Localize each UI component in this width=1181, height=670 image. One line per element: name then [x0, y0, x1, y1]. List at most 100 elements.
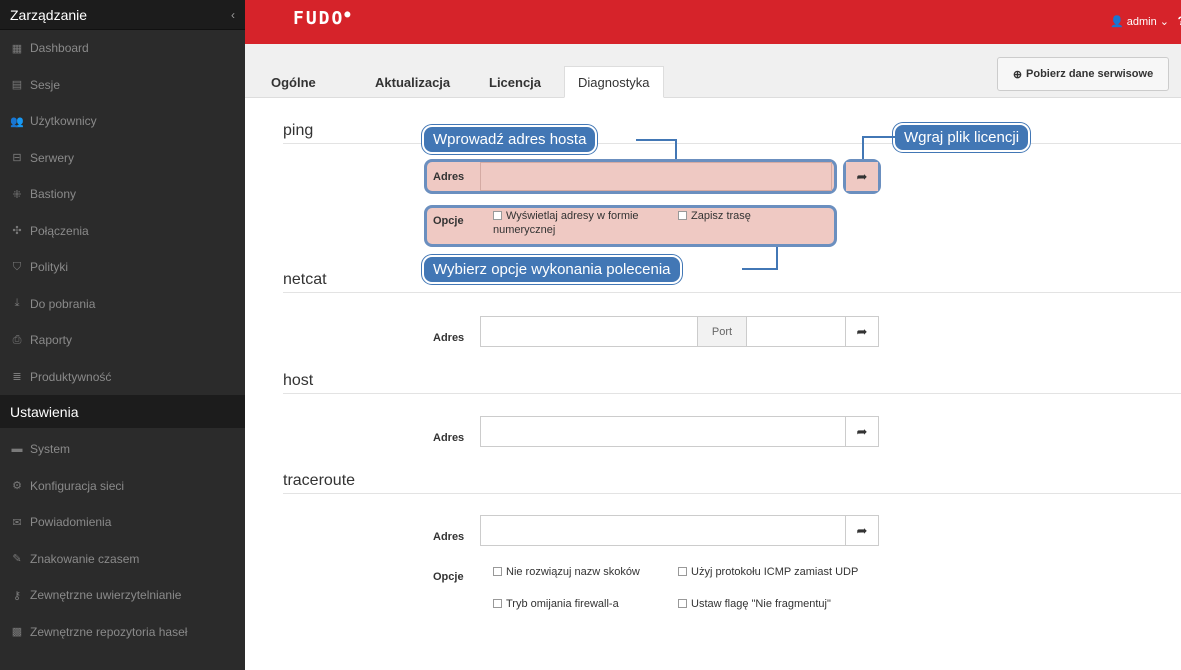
netcat-port-input[interactable] [746, 316, 846, 347]
konfiguracja-sieci-icon: ⚙ [12, 480, 22, 493]
download-service-data-button[interactable]: ⊕ Pobierz dane serwisowe [997, 57, 1169, 91]
ping-option-numeric-label: Wyświetlaj adresy w formie numerycznej [493, 210, 639, 236]
ping-address-input[interactable] [480, 162, 832, 191]
znakowanie-czasem-icon: ✎ [12, 553, 22, 566]
sidebar-item-label: Zewnętrzne uwierzytelnianie [30, 588, 182, 603]
ping-address-label: Adres [433, 171, 465, 183]
callout-connector [636, 139, 676, 141]
traceroute-submit-button[interactable]: ➦ [845, 515, 879, 546]
sidebar-item-raporty[interactable]: ⎙ Raporty [0, 322, 245, 359]
checkbox-icon [493, 211, 502, 220]
sidebar-item-znakowanie-czasem[interactable]: ✎ Znakowanie czasem [0, 541, 245, 578]
sidebar-item-label: Raporty [30, 333, 73, 348]
sidebar-item-label: Do pobrania [30, 296, 96, 311]
do-pobrania-icon: ⤓ [14, 297, 20, 310]
sidebar-settings-menu: ▬ System ⚙ Konfiguracja sieci ✉ Powiadomienia… [0, 431, 245, 650]
netcat-submit-button[interactable]: ➦ [845, 316, 879, 347]
checkbox-icon [493, 599, 502, 608]
sidebar-item-label: Powiadomienia [30, 515, 112, 530]
sidebar-item-powiadomienia[interactable]: ✉ Powiadomienia [0, 504, 245, 541]
user-name: admin [1126, 16, 1157, 28]
netcat-title: netcat [283, 271, 327, 288]
tab-ogolne[interactable]: Ogólne [258, 66, 329, 98]
sidebar-item-polityki[interactable]: ⛉ Polityki [0, 249, 245, 286]
sidebar-item-label: Zewnętrzne repozytoria haseł [30, 624, 188, 639]
traceroute-options-label: Opcje [433, 571, 464, 583]
traceroute-option-firewall-label: Tryb omijania firewall-a [506, 598, 619, 610]
traceroute-divider [283, 493, 1181, 494]
sidebar-item-zewnetrzne-uwierzytelnianie[interactable]: ⚷ Zewnętrzne uwierzytelnianie [0, 577, 245, 614]
checkbox-icon [678, 567, 687, 576]
host-address-input[interactable] [480, 416, 846, 447]
callout-connector [675, 139, 677, 159]
sidebar-item-do-pobrania[interactable]: ⤓ Do pobrania [0, 286, 245, 323]
sidebar-menu: ▦ Dashboard ▤ Sesje 👥 Użytkownicy ⊟ Serwery ⁜ Bas… [0, 30, 245, 395]
help-icon[interactable]: ? [1178, 14, 1181, 28]
polityki-icon: ⛉ [12, 260, 22, 273]
produktywnosc-icon: ≣ [12, 371, 22, 384]
host-divider [283, 393, 1181, 394]
callout-connector [862, 136, 895, 138]
sidebar-item-uzytkownicy[interactable]: 👥 Użytkownicy [0, 103, 245, 140]
sidebar-item-system[interactable]: ▬ System [0, 431, 245, 468]
sidebar-item-produktywnosc[interactable]: ≣ Produktywność [0, 359, 245, 396]
sidebar-item-dashboard[interactable]: ▦ Dashboard [0, 30, 245, 67]
raporty-icon: ⎙ [12, 333, 22, 346]
netcat-port-addon: Port [697, 316, 747, 347]
system-icon: ▬ [11, 443, 23, 456]
traceroute-title: traceroute [283, 472, 356, 489]
top-bar: FUDO● 👤 admin ⌄ ? [245, 0, 1181, 44]
traceroute-option-icmp[interactable]: Użyj protokołu ICMP zamiast UDP [678, 565, 868, 579]
chevron-down-icon: ⌄ [1159, 16, 1169, 28]
sidebar-section-settings: Ustawienia [0, 395, 245, 428]
callout-connector [776, 247, 778, 270]
tab-licencja[interactable]: Licencja [476, 66, 554, 98]
traceroute-option-icmp-label: Użyj protokołu ICMP zamiast UDP [691, 566, 859, 578]
traceroute-option-dont-fragment[interactable]: Ustaw flagę "Nie fragmentuj" [678, 597, 878, 611]
sidebar-item-serwery[interactable]: ⊟ Serwery [0, 140, 245, 177]
sidebar-item-label: Połączenia [30, 223, 89, 238]
checkbox-icon [678, 211, 687, 220]
serwery-icon: ⊟ [12, 152, 22, 165]
share-arrow-icon: ➦ [856, 522, 868, 538]
checkbox-icon [493, 567, 502, 576]
share-arrow-icon: ➦ [856, 323, 868, 339]
sidebar-item-label: Polityki [30, 260, 69, 275]
tab-aktualizacja[interactable]: Aktualizacja [362, 66, 463, 98]
ping-submit-button[interactable]: ➦ [846, 162, 878, 191]
ping-options-label: Opcje [433, 215, 464, 227]
netcat-address-input[interactable] [480, 316, 698, 347]
callout-connector [862, 136, 864, 159]
ping-option-record-route[interactable]: Zapisz trasę [678, 209, 751, 223]
callout-connector [742, 268, 777, 270]
share-arrow-icon: ➦ [856, 423, 868, 439]
bastiony-icon: ⁜ [12, 188, 22, 201]
sidebar-item-label: Konfiguracja sieci [30, 478, 125, 493]
ping-option-numeric[interactable]: Wyświetlaj adresy w formie numerycznej [493, 209, 663, 237]
polaczenia-icon: ✣ [12, 225, 22, 238]
sidebar-item-konfiguracja-sieci[interactable]: ⚙ Konfiguracja sieci [0, 468, 245, 505]
checkbox-icon [678, 599, 687, 608]
logo-dot-icon: ● [344, 9, 353, 20]
sidebar-header-label: Zarządzanie [10, 6, 88, 23]
dashboard-icon: ▦ [11, 42, 23, 55]
tab-diagnostyka[interactable]: Diagnostyka [564, 66, 664, 98]
download-icon: ⊕ [1012, 68, 1023, 81]
traceroute-address-input[interactable] [480, 515, 846, 546]
sidebar-item-sesje[interactable]: ▤ Sesje [0, 67, 245, 104]
traceroute-option-firewall[interactable]: Tryb omijania firewall-a [493, 597, 673, 611]
traceroute-option-no-resolve[interactable]: Nie rozwiązuj nazw skoków [493, 565, 673, 579]
ping-divider [283, 143, 1181, 144]
user-icon: 👤 [1109, 16, 1124, 28]
user-menu[interactable]: 👤 admin ⌄ [1110, 15, 1169, 28]
callout-host-address: Wprowadź adres hosta [422, 125, 598, 154]
fudo-logo[interactable]: FUDO● [293, 8, 352, 29]
collapse-sidebar-icon[interactable]: ‹ [231, 8, 235, 22]
host-submit-button[interactable]: ➦ [845, 416, 879, 447]
sidebar-item-label: Sesje [30, 77, 61, 92]
sidebar-item-polaczenia[interactable]: ✣ Połączenia [0, 213, 245, 250]
host-title: host [283, 372, 314, 389]
sidebar-item-zewnetrzne-repozytoria-hasel[interactable]: ▩ Zewnętrzne repozytoria haseł [0, 614, 245, 651]
callout-options: Wybierz opcje wykonania polecenia [422, 255, 682, 284]
sidebar-item-bastiony[interactable]: ⁜ Bastiony [0, 176, 245, 213]
